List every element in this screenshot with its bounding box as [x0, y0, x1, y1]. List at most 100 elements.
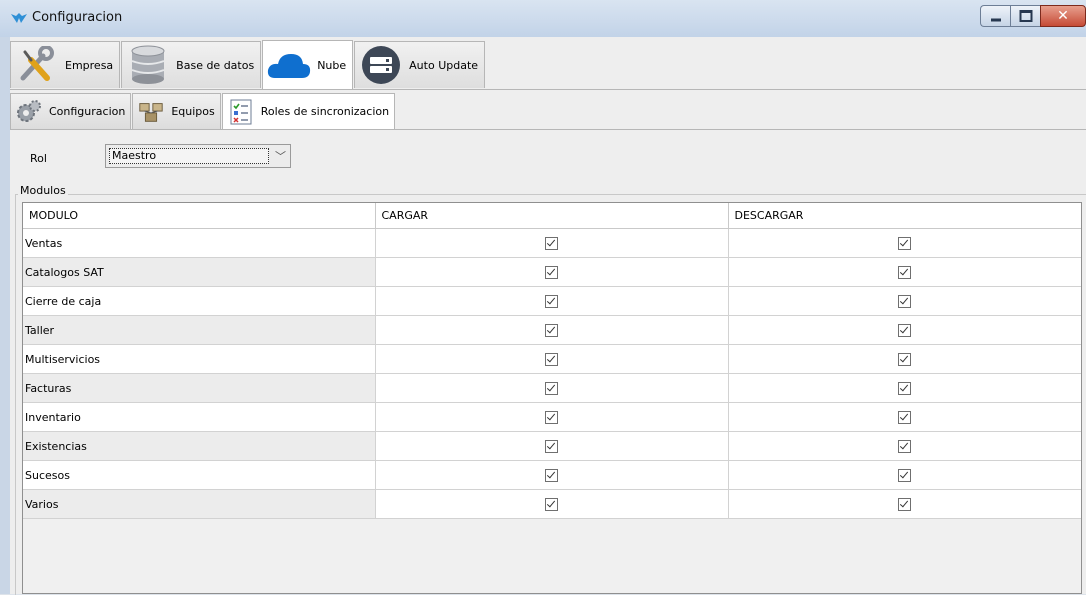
- rol-selected-value: Maestro: [109, 148, 269, 164]
- descargar-checkbox[interactable]: [898, 294, 911, 308]
- tab-roles-de-sincronizacion[interactable]: Roles de sincronizacion: [221, 93, 396, 129]
- server-icon: [359, 45, 403, 85]
- modulo-cell: Varios: [23, 489, 376, 519]
- modulo-cell: Taller: [23, 315, 376, 345]
- cargar-cell: [375, 431, 729, 461]
- table-row[interactable]: Existencias: [23, 431, 1081, 461]
- maximize-button[interactable]: [1010, 5, 1040, 27]
- cargar-checkbox[interactable]: [545, 352, 558, 366]
- column-header-descargar[interactable]: DESCARGAR: [728, 203, 1081, 229]
- checklist-icon: [227, 98, 255, 126]
- tab-auto-update[interactable]: Auto Update: [354, 41, 486, 88]
- tab-base-de-datos[interactable]: Base de datos: [121, 41, 262, 88]
- cargar-cell: [375, 286, 729, 316]
- tab-label: Equipos: [171, 105, 215, 118]
- modulo-cell: Multiservicios: [23, 344, 376, 374]
- table-row[interactable]: Inventario: [23, 402, 1081, 432]
- modulos-table-container[interactable]: MODULO CARGAR DESCARGAR Ventas Catalogos…: [22, 202, 1082, 594]
- descargar-checkbox[interactable]: [898, 265, 911, 279]
- database-icon: [126, 45, 170, 85]
- tab-label: Nube: [317, 58, 347, 72]
- cargar-cell: [375, 344, 729, 374]
- table-row[interactable]: Cierre de caja: [23, 286, 1081, 316]
- modulo-cell: Cierre de caja: [23, 286, 376, 316]
- tab-label: Roles de sincronizacion: [260, 105, 390, 118]
- table-header: MODULO CARGAR DESCARGAR: [23, 203, 1081, 229]
- table-row[interactable]: Facturas: [23, 373, 1081, 403]
- chevron-down-icon: ﹀: [275, 150, 286, 163]
- cargar-cell: [375, 315, 729, 345]
- modulo-cell: Facturas: [23, 373, 376, 403]
- cargar-checkbox[interactable]: [545, 294, 558, 308]
- table-row[interactable]: Sucesos: [23, 460, 1081, 490]
- cargar-checkbox[interactable]: [545, 439, 558, 453]
- descargar-checkbox[interactable]: [898, 236, 911, 250]
- window-controls: ✕: [980, 5, 1086, 27]
- minimize-icon: [990, 18, 1001, 22]
- sub-tabbar: Configuracion Equipos Roles de sincroniz…: [10, 93, 396, 129]
- modulo-cell: Inventario: [23, 402, 376, 432]
- close-button[interactable]: ✕: [1040, 5, 1086, 27]
- tab-equipos[interactable]: Equipos: [132, 93, 221, 129]
- descargar-checkbox[interactable]: [898, 323, 911, 337]
- table-row[interactable]: Catalogos SAT: [23, 257, 1081, 287]
- rol-label: Rol: [30, 152, 47, 165]
- rol-dropdown[interactable]: Maestro ﹀: [105, 144, 291, 168]
- cargar-cell: [375, 228, 729, 258]
- column-header-cargar[interactable]: CARGAR: [375, 203, 729, 229]
- cargar-cell: [375, 373, 729, 403]
- maximize-icon: [1019, 10, 1032, 22]
- table-row[interactable]: Varios: [23, 489, 1081, 519]
- cargar-cell: [375, 489, 729, 519]
- cargar-cell: [375, 402, 729, 432]
- modulos-group-title: Modulos: [18, 184, 68, 197]
- descargar-cell: [728, 286, 1081, 316]
- descargar-checkbox[interactable]: [898, 468, 911, 482]
- window-content: Empresa Base de datos Nube Auto Update C…: [10, 37, 1086, 595]
- tab-nube[interactable]: Nube: [262, 40, 354, 89]
- cargar-checkbox[interactable]: [545, 323, 558, 337]
- app-icon: [11, 13, 27, 23]
- cargar-cell: [375, 257, 729, 287]
- cargar-checkbox[interactable]: [545, 497, 558, 511]
- table-row[interactable]: Ventas: [23, 228, 1081, 258]
- descargar-cell: [728, 489, 1081, 519]
- cargar-checkbox[interactable]: [545, 410, 558, 424]
- descargar-checkbox[interactable]: [898, 410, 911, 424]
- modulo-cell: Sucesos: [23, 460, 376, 490]
- descargar-cell: [728, 315, 1081, 345]
- tab-label: Configuracion: [49, 105, 126, 118]
- window-titlebar: Configuracion ✕: [0, 0, 1086, 38]
- tab-configuracion[interactable]: Configuracion: [10, 93, 132, 129]
- tab-label: Empresa: [65, 58, 114, 72]
- minimize-button[interactable]: [980, 5, 1010, 27]
- descargar-checkbox[interactable]: [898, 352, 911, 366]
- gears-icon: [15, 98, 43, 126]
- column-header-modulo[interactable]: MODULO: [23, 203, 376, 229]
- table-row[interactable]: Multiservicios: [23, 344, 1081, 374]
- main-tabbar: Empresa Base de datos Nube Auto Update: [10, 40, 486, 89]
- modulo-cell: Catalogos SAT: [23, 257, 376, 287]
- descargar-cell: [728, 431, 1081, 461]
- tab-label: Base de datos: [176, 58, 255, 72]
- descargar-checkbox[interactable]: [898, 439, 911, 453]
- tools-icon: [15, 45, 59, 85]
- network-icon: [137, 98, 165, 126]
- cargar-checkbox[interactable]: [545, 236, 558, 250]
- descargar-cell: [728, 257, 1081, 287]
- descargar-checkbox[interactable]: [898, 381, 911, 395]
- tab-empresa[interactable]: Empresa: [10, 41, 121, 88]
- modulo-cell: Ventas: [23, 228, 376, 258]
- descargar-cell: [728, 373, 1081, 403]
- tab-label: Auto Update: [409, 58, 479, 72]
- cargar-checkbox[interactable]: [545, 468, 558, 482]
- cargar-cell: [375, 460, 729, 490]
- modulo-cell: Existencias: [23, 431, 376, 461]
- table-row[interactable]: Taller: [23, 315, 1081, 345]
- cargar-checkbox[interactable]: [545, 265, 558, 279]
- descargar-cell: [728, 460, 1081, 490]
- descargar-checkbox[interactable]: [898, 497, 911, 511]
- cargar-checkbox[interactable]: [545, 381, 558, 395]
- window-title: Configuracion: [32, 10, 123, 25]
- divider: [10, 129, 1086, 130]
